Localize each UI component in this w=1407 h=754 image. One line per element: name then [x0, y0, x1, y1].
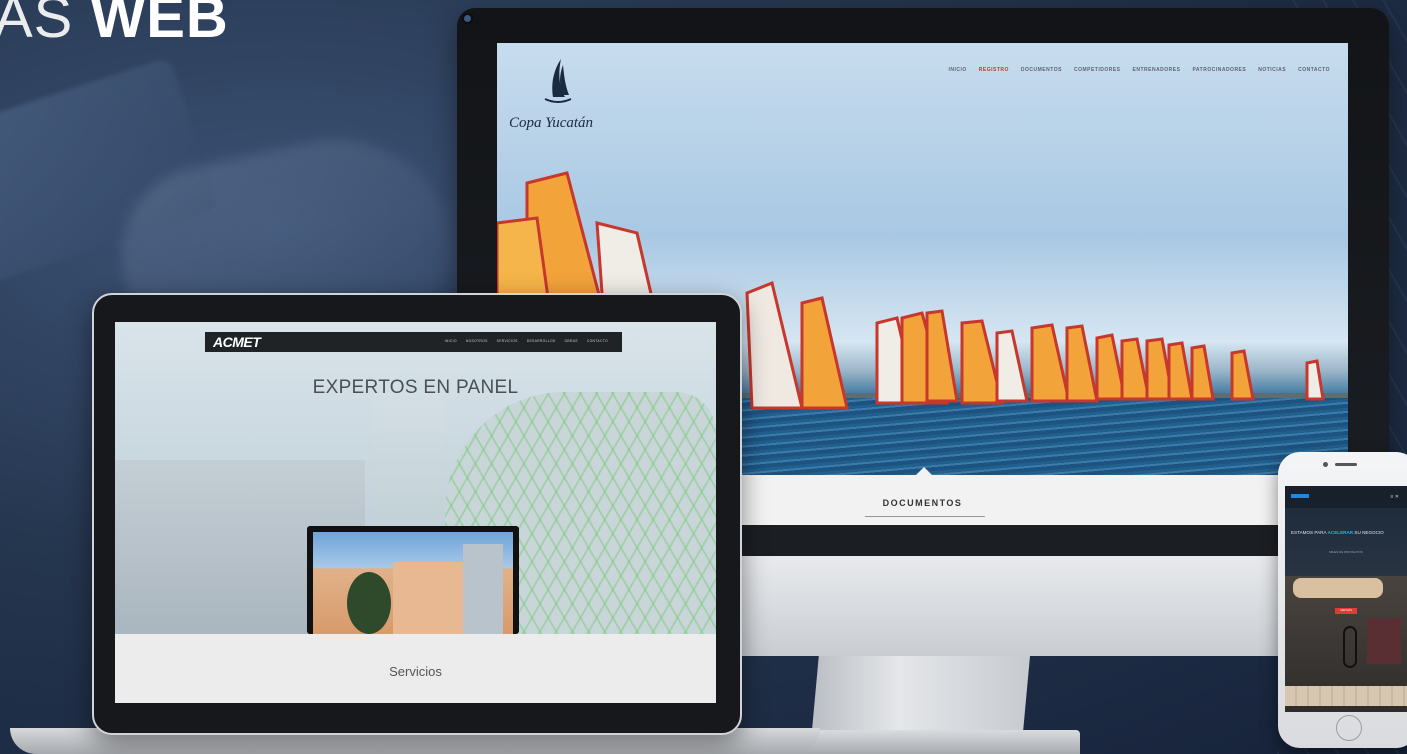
copa-nav: INICIO REGISTRO DOCUMENTOS COMPETIDORES …: [949, 67, 1330, 73]
acmet-nav-contacto[interactable]: CONTACTO: [587, 339, 608, 343]
phone-headline-end: SU NEGOCIO: [1354, 530, 1384, 535]
documents-divider: [865, 516, 985, 517]
nav-item-entrenadores[interactable]: ENTRENADORES: [1133, 67, 1181, 73]
nav-item-inicio[interactable]: INICIO: [949, 67, 967, 73]
phone-screen: ≡ ✕ ESTAMOS PARA ACELERAR SU NEGOCIO MIL…: [1285, 486, 1407, 712]
phone-camera: [1323, 462, 1328, 467]
mini-building: [393, 562, 463, 634]
services-heading: Servicios: [389, 664, 442, 679]
mini-monitor: [307, 526, 519, 634]
phone-subtitle: MILES DE PROYECTOS: [1329, 550, 1363, 554]
nav-item-competidores[interactable]: COMPETIDORES: [1074, 67, 1121, 73]
acmet-nav-desarrollos[interactable]: DESARROLLOS: [527, 339, 556, 343]
glasses-image: [1343, 626, 1357, 668]
nav-item-patrocinadores[interactable]: PATROCINADORES: [1192, 67, 1246, 73]
acmet-nav-servicios[interactable]: SERVICIOS: [497, 339, 518, 343]
phone-cta-label: VER MÁS: [1340, 609, 1352, 612]
acmet-logo[interactable]: ACMET: [213, 334, 261, 350]
phone-headline-start: ESTAMOS PARA: [1291, 530, 1327, 535]
sailboat-icon: [544, 59, 572, 103]
brand-name: Copa Yucatán: [509, 115, 594, 131]
phone-headline: ESTAMOS PARA ACELERAR SU NEGOCIO: [1291, 530, 1407, 535]
mini-tree: [347, 572, 391, 634]
copa-yucatan-logo[interactable]: Copa Yucatán: [507, 53, 617, 133]
phone-menu-icon[interactable]: ≡ ✕: [1391, 494, 1400, 500]
acmet-nav-inicio[interactable]: INICIO: [445, 339, 457, 343]
mini-monitor-screen: [313, 532, 513, 634]
page-headline: AS WEB: [0, 0, 229, 51]
nav-item-registro[interactable]: REGISTRO: [979, 67, 1009, 73]
phone-cta-button[interactable]: VER MÁS: [1335, 608, 1357, 614]
phone-home-button[interactable]: [1336, 715, 1362, 741]
phone-headline-accent: ACELERAR: [1327, 530, 1354, 535]
acmet-nav-obras[interactable]: OBRAS: [565, 339, 578, 343]
acmet-menu: INICIO NOSOTROS SERVICIOS DESARROLLOS OB…: [445, 339, 608, 343]
phone-speaker: [1335, 463, 1357, 466]
acmet-nav-nosotros[interactable]: NOSOTROS: [466, 339, 488, 343]
hero-title: EXPERTOS EN PANEL: [312, 377, 519, 398]
phone-logo[interactable]: [1291, 494, 1309, 498]
nav-item-noticias[interactable]: NOTICIAS: [1258, 67, 1286, 73]
phone-topbar: ≡ ✕: [1285, 486, 1407, 508]
keyboard-image: [1285, 686, 1407, 706]
headline-light: AS: [0, 0, 74, 50]
nav-item-documentos[interactable]: DOCUMENTOS: [1021, 67, 1062, 73]
laptop-screen: ACMET INICIO NOSOTROS SERVICIOS DESARROL…: [115, 322, 716, 703]
wallet-image: [1293, 578, 1383, 598]
acmet-navbar: ACMET INICIO NOSOTROS SERVICIOS DESARROL…: [205, 332, 622, 352]
notebook-image: [1367, 618, 1401, 664]
imac-camera: [464, 15, 471, 22]
mini-tower: [463, 544, 503, 634]
nav-item-contacto[interactable]: CONTACTO: [1298, 67, 1330, 73]
headline-bold: WEB: [90, 0, 229, 50]
